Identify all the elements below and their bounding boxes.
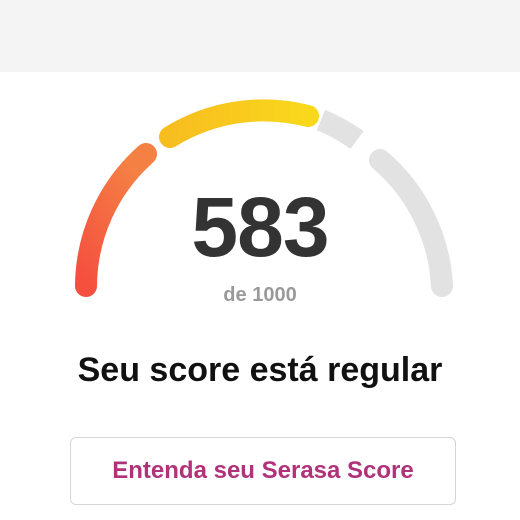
learn-serasa-score-button[interactable]: Entenda seu Serasa Score: [70, 437, 456, 505]
score-max-label: de 1000: [223, 284, 297, 306]
header-band: [0, 0, 520, 72]
score-status-heading: Seu score está regular: [77, 351, 443, 389]
score-value: 583: [191, 180, 329, 274]
gauge-segment-upper: [316, 109, 364, 150]
cta-button-label: Entenda seu Serasa Score: [112, 457, 414, 484]
gauge-segment-medium: [159, 99, 319, 148]
